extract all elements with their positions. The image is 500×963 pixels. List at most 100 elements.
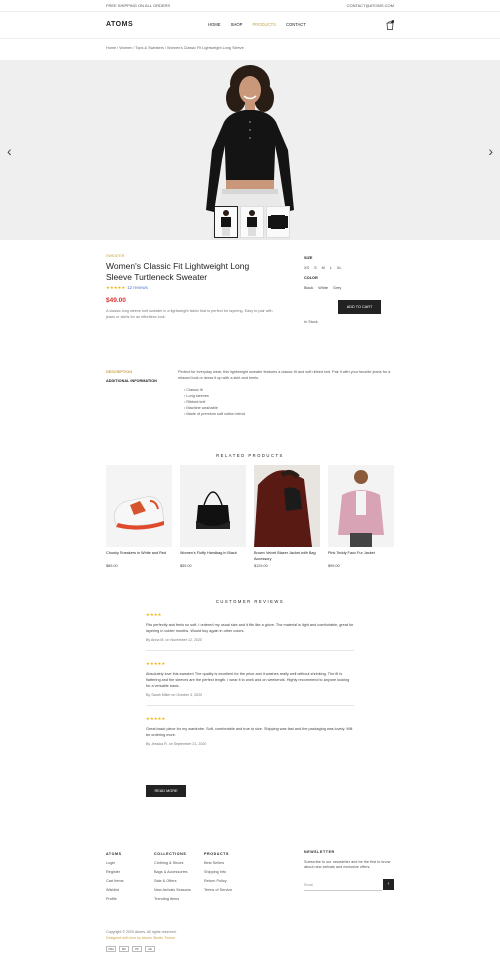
footer-column: COLLECTIONS Clothing & Shoes Bags & Acce… bbox=[154, 850, 191, 904]
footer-link[interactable]: Bags & Accessories bbox=[154, 868, 191, 877]
review-author: By Sarah Miller on October 3, 2020 bbox=[146, 693, 203, 697]
product-name[interactable]: Brown Velvet Blazer Jacket with Bag Acce… bbox=[254, 551, 320, 562]
product-name[interactable]: Women's Fluffy Handbag in Black bbox=[180, 551, 246, 562]
related-title: RELATED PRODUCTS bbox=[216, 453, 284, 458]
footer-link[interactable]: Clothing & Shoes bbox=[154, 859, 191, 868]
review-author: By Anna M. on November 12, 2020 bbox=[146, 638, 202, 642]
size-options: XS S M L XL bbox=[304, 266, 394, 270]
review-text: Fits perfectly and feels so soft. I orde… bbox=[146, 623, 354, 633]
product-price: $129.00 bbox=[254, 564, 268, 568]
tab-additional-info[interactable]: ADDITIONAL INFORMATION bbox=[106, 379, 157, 383]
detail-tabs: DESCRIPTION ADDITIONAL INFORMATION bbox=[106, 370, 157, 383]
footer-link[interactable]: Terms of Service bbox=[204, 886, 232, 895]
color-option[interactable]: Black bbox=[304, 286, 313, 290]
product-rating: ★★★★★ 12 reviews bbox=[106, 285, 276, 291]
product-card[interactable]: Brown Velvet Blazer Jacket with Bag Acce… bbox=[254, 465, 320, 568]
credit-text[interactable]: Designed with love by Atoms Studio Theme bbox=[106, 936, 177, 942]
product-card[interactable]: Women's Fluffy Handbag in Black $59.00 bbox=[180, 465, 246, 568]
nav-home[interactable]: HOME bbox=[208, 22, 221, 27]
product-short-description: A classic long sleeve knit sweater in a … bbox=[106, 309, 273, 319]
chevron-right-icon[interactable]: › bbox=[488, 144, 493, 158]
product-card[interactable]: Pink Teddy Faux Fur Jacket $99.00 bbox=[328, 465, 394, 568]
rating-count[interactable]: 12 reviews bbox=[127, 285, 148, 290]
copyright: Copyright © 2020 Atoms. All rights reser… bbox=[106, 930, 177, 941]
product-options: SIZE XS S M L XL COLOR Black White Grey bbox=[304, 256, 394, 290]
color-option[interactable]: White bbox=[318, 286, 328, 290]
add-to-cart-button[interactable]: ADD TO CART bbox=[338, 300, 381, 314]
product-price: $99.00 bbox=[328, 564, 340, 568]
review-author: By Jessica R. on September 21, 2020 bbox=[146, 742, 207, 746]
footer-link[interactable]: Register bbox=[106, 868, 124, 877]
read-more-button[interactable]: READ MORE bbox=[146, 785, 186, 797]
logo[interactable]: ATOMS bbox=[106, 21, 133, 28]
footer-link[interactable]: Sale & Offers bbox=[154, 877, 191, 886]
gallery-thumbnail[interactable] bbox=[214, 206, 238, 238]
size-option[interactable]: XL bbox=[337, 266, 342, 270]
size-option[interactable]: M bbox=[322, 266, 325, 270]
product-card[interactable]: Chunky Sneakers in White and Red $89.00 bbox=[106, 465, 172, 568]
footer-heading: PRODUCTS bbox=[204, 852, 229, 856]
cart-icon[interactable] bbox=[386, 20, 394, 30]
main-nav: HOME SHOP PRODUCTS CONTACT bbox=[208, 22, 306, 27]
description-panel: Perfect for everyday wear, this lightwei… bbox=[178, 369, 394, 417]
size-option[interactable]: S bbox=[314, 266, 317, 270]
footer-link[interactable]: Return Policy bbox=[204, 877, 232, 886]
breadcrumb[interactable]: Home / Women / Tops & Sweaters / Women's… bbox=[106, 46, 244, 50]
copyright-text: Copyright © 2020 Atoms. All rights reser… bbox=[106, 930, 177, 934]
size-option[interactable]: L bbox=[330, 266, 332, 270]
payment-methods: VISA MC PP AE bbox=[106, 946, 155, 952]
visa-icon: VISA bbox=[106, 946, 116, 952]
review-item: ★★★★★ Absolutely love this sweater! The … bbox=[146, 661, 354, 706]
newsletter-text: Subscribe to our newsletter and be the f… bbox=[304, 859, 391, 870]
footer-link[interactable]: Trending Items bbox=[154, 895, 191, 904]
color-label: COLOR bbox=[304, 276, 318, 280]
amex-icon: AE bbox=[145, 946, 155, 952]
newsletter-submit-button[interactable]: › bbox=[383, 879, 394, 890]
size-option[interactable]: XS bbox=[304, 266, 309, 270]
newsletter: NEWSLETTER Subscribe to our newsletter a… bbox=[304, 850, 394, 891]
reviews-list: ★★★★ Fits perfectly and feels so soft. I… bbox=[146, 612, 354, 764]
tab-description[interactable]: DESCRIPTION bbox=[106, 370, 157, 374]
color-options: Black White Grey bbox=[304, 286, 394, 290]
product-image[interactable] bbox=[180, 465, 246, 547]
size-label: SIZE bbox=[304, 256, 313, 260]
stock-status: In Stock bbox=[304, 320, 318, 324]
footer-heading: ATOMS bbox=[106, 852, 122, 856]
product-gallery: ‹ › bbox=[0, 60, 500, 240]
product-image[interactable] bbox=[328, 465, 394, 547]
product-name[interactable]: Chunky Sneakers in White and Red bbox=[106, 551, 172, 562]
mastercard-icon: MC bbox=[119, 946, 129, 952]
color-option[interactable]: Grey bbox=[333, 286, 341, 290]
product-image[interactable] bbox=[254, 465, 320, 547]
chevron-left-icon[interactable]: ‹ bbox=[7, 144, 12, 158]
feature-list: Classic fit Long sleeves Ribbed knit Mac… bbox=[178, 387, 394, 417]
footer-link[interactable]: Wishlist bbox=[106, 886, 124, 895]
review-stars: ★★★★★ bbox=[146, 661, 166, 666]
footer-link[interactable]: Cart Items bbox=[106, 877, 124, 886]
review-text: Great basic piece for my wardrobe. Soft,… bbox=[146, 727, 353, 737]
nav-products[interactable]: PRODUCTS bbox=[252, 22, 276, 27]
product-image[interactable] bbox=[106, 465, 172, 547]
nav-shop[interactable]: SHOP bbox=[231, 22, 243, 27]
product-category[interactable]: SWEATER bbox=[106, 254, 276, 258]
footer-link[interactable]: Best Sellers bbox=[204, 859, 232, 868]
review-text: Absolutely love this sweater! The qualit… bbox=[146, 672, 350, 688]
newsletter-email-input[interactable]: Email bbox=[304, 879, 382, 891]
shipping-notice: FREE SHIPPING ON ALL ORDERS bbox=[106, 3, 171, 8]
footer-column: ATOMS Login Register Cart Items Wishlist… bbox=[106, 850, 124, 904]
footer-link[interactable]: Login bbox=[106, 859, 124, 868]
footer-link[interactable]: New Arrivals Seasons bbox=[154, 886, 191, 895]
review-stars: ★★★★ bbox=[146, 612, 162, 617]
list-item: Made of premium soft cotton blend bbox=[184, 411, 394, 417]
gallery-thumbnail[interactable] bbox=[240, 206, 264, 238]
reviews-title: CUSTOMER REVIEWS bbox=[215, 599, 285, 604]
nav-contact[interactable]: CONTACT bbox=[286, 22, 306, 27]
product-name[interactable]: Pink Teddy Faux Fur Jacket bbox=[328, 551, 394, 562]
footer-link[interactable]: Shipping Info bbox=[204, 868, 232, 877]
contact-email[interactable]: CONTACT@ATOMS.COM bbox=[347, 3, 394, 8]
review-item: ★★★★ Fits perfectly and feels so soft. I… bbox=[146, 612, 354, 651]
product-price: $89.00 bbox=[106, 564, 118, 568]
gallery-thumbnail[interactable] bbox=[266, 206, 290, 238]
footer-link[interactable]: Profile bbox=[106, 895, 124, 904]
review-item: ★★★★★ Great basic piece for my wardrobe.… bbox=[146, 716, 354, 754]
